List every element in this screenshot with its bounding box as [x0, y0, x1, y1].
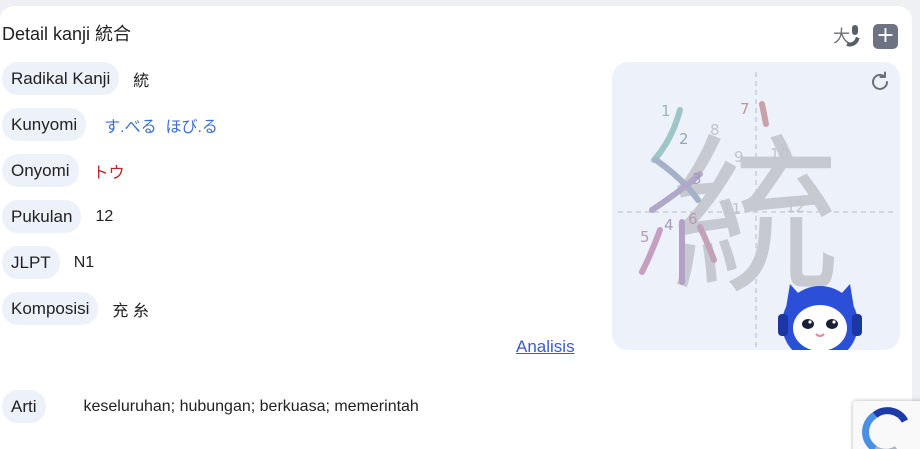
arti-row: Arti keseluruhan; hubungan; berkuasa; me…	[2, 390, 419, 423]
jlpt-value: N1	[73, 253, 95, 271]
kunyomi-row: Kunyomi す.べる ほび.る	[2, 108, 218, 141]
onyomi-label: Onyomi	[2, 154, 79, 187]
header-actions: 大 +	[833, 22, 898, 50]
page-title: Detail kanji 統合	[2, 24, 132, 44]
radikal-label: Radikal Kanji	[2, 62, 120, 95]
jlpt-label: JLPT	[2, 246, 60, 279]
pukulan-row: Pukulan 12	[2, 200, 113, 233]
recaptcha-icon	[862, 407, 909, 449]
kunyomi-value[interactable]: す.べる ほび.る	[104, 113, 218, 137]
font-size-icon[interactable]: 大	[833, 22, 863, 50]
stroke-number-8: 8	[710, 121, 720, 139]
font-size-icon-tail	[846, 34, 860, 50]
arti-value: keseluruhan; hubungan; berkuasa; memerin…	[83, 397, 419, 415]
stroke-number-9: 9	[734, 148, 744, 166]
stroke-number-12: 12	[786, 198, 805, 216]
radikal-row: Radikal Kanji 統	[2, 62, 149, 95]
arti-label: Arti	[2, 390, 46, 423]
kunyomi-label: Kunyomi	[2, 108, 87, 141]
komposisi-row: Komposisi 充 糸	[2, 292, 149, 325]
stroke-number-2: 2	[679, 130, 689, 148]
radikal-value: 統	[133, 72, 150, 90]
analisis-link[interactable]: Analisis	[516, 337, 575, 357]
onyomi-row: Onyomi トウ	[2, 154, 125, 187]
stroke-7	[759, 101, 769, 127]
komposisi-value[interactable]: 充 糸	[112, 297, 148, 321]
onyomi-value[interactable]: トウ	[93, 159, 125, 183]
jlpt-row: JLPT N1	[2, 246, 94, 279]
recaptcha-badge[interactable]	[853, 401, 920, 449]
stroke-number-10: 10	[770, 145, 789, 163]
stroke-number-11: 11	[722, 200, 741, 218]
pukulan-value: 12	[95, 207, 114, 225]
reload-icon[interactable]	[868, 70, 892, 94]
add-button[interactable]: +	[873, 23, 898, 49]
stroke-order-panel: 統 1 2 3 4 5 6 7 8 9 10 11 12	[612, 62, 900, 350]
komposisi-label: Komposisi	[2, 292, 99, 325]
stroke-number-1: 1	[661, 102, 671, 120]
stroke-number-5: 5	[640, 228, 650, 246]
stroke-order-diagram: 統 1 2 3 4 5 6 7 8 9 10 11 12	[618, 72, 894, 350]
font-size-icon-dot	[852, 25, 858, 35]
robot-cat-mascot-icon[interactable]	[778, 284, 862, 350]
pukulan-label: Pukulan	[2, 200, 82, 233]
stroke-number-3: 3	[692, 170, 702, 188]
stroke-number-4: 4	[664, 216, 674, 234]
stroke-number-6: 6	[688, 210, 698, 228]
stroke-number-7: 7	[740, 100, 750, 118]
